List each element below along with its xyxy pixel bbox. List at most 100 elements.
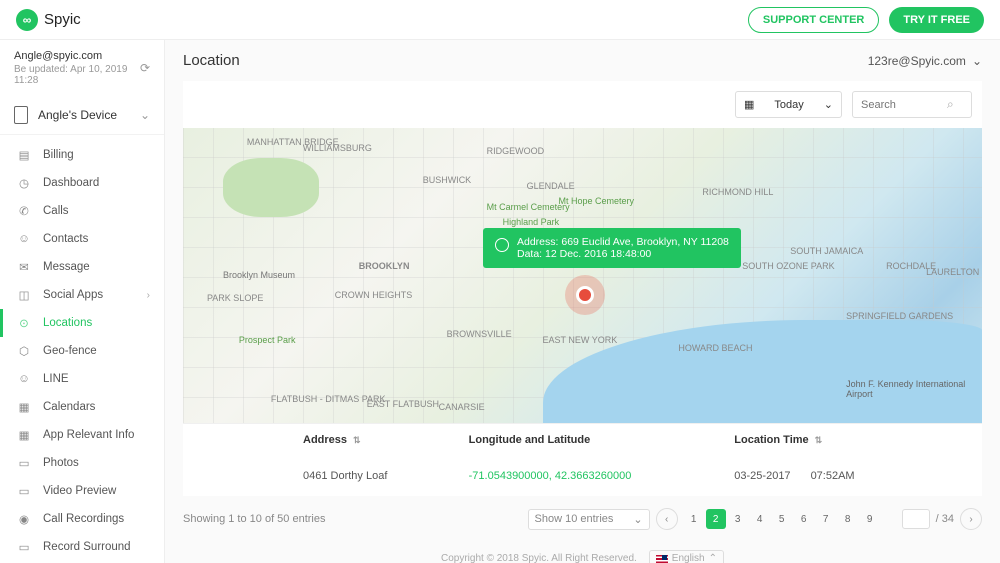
map-view[interactable]: Manhattan Bridge WILLIAMSBURG RIDGEWOOD … bbox=[183, 128, 982, 423]
chevron-up-icon: ⌃ bbox=[709, 553, 717, 563]
sidebar-item-line[interactable]: ☺LINE bbox=[0, 365, 164, 393]
map-label: RIDGEWOOD bbox=[487, 146, 545, 156]
social-apps-icon: ◫ bbox=[17, 288, 31, 302]
map-label: EAST NEW YORK bbox=[543, 335, 618, 345]
location-pin[interactable] bbox=[573, 283, 597, 307]
page-9-button[interactable]: 9 bbox=[860, 509, 880, 529]
sidebar-item-photos[interactable]: ▭Photos bbox=[0, 449, 164, 477]
page-6-button[interactable]: 6 bbox=[794, 509, 814, 529]
location-icon bbox=[495, 238, 509, 252]
call-recordings-icon: ◉ bbox=[17, 512, 31, 526]
message-icon: ✉ bbox=[17, 260, 31, 274]
map-label: Mt Carmel Cemetery bbox=[487, 202, 570, 212]
billing-icon: ▤ bbox=[17, 148, 31, 162]
record-surround-icon: ▭ bbox=[17, 540, 31, 554]
sidebar-item-contacts[interactable]: ☺Contacts bbox=[0, 225, 164, 253]
sidebar-item-video-preview[interactable]: ▭Video Preview bbox=[0, 477, 164, 505]
page-next-button[interactable]: › bbox=[960, 508, 982, 530]
map-label: Prospect Park bbox=[239, 335, 296, 345]
sort-icon[interactable]: ⇅ bbox=[353, 435, 361, 445]
brand-logo[interactable]: ∞ Spyic bbox=[16, 9, 81, 31]
page-4-button[interactable]: 4 bbox=[750, 509, 770, 529]
cell-address: 0461 Dorthy Loaf bbox=[203, 470, 469, 482]
date-filter-select[interactable]: ▦ Today ⌄ bbox=[735, 91, 842, 118]
page-8-button[interactable]: 8 bbox=[838, 509, 858, 529]
sidebar: Angle@spyic.com Be updated: Apr 10, 2019… bbox=[0, 40, 165, 563]
page-prev-button[interactable]: ‹ bbox=[656, 508, 678, 530]
map-label: CROWN HEIGHTS bbox=[335, 290, 413, 300]
map-label: Brooklyn Museum bbox=[223, 270, 295, 280]
col-longitude-latitude[interactable]: Longitude and Latitude bbox=[469, 434, 591, 446]
map-label: SOUTH JAMAICA bbox=[790, 246, 863, 256]
sidebar-item-message[interactable]: ✉Message bbox=[0, 253, 164, 281]
filter-toolbar: ▦ Today ⌄ ⌕ bbox=[183, 81, 982, 128]
page-jump-input[interactable] bbox=[902, 509, 930, 529]
page-5-button[interactable]: 5 bbox=[772, 509, 792, 529]
video-preview-icon: ▭ bbox=[17, 484, 31, 498]
col-location-time[interactable]: Location Time bbox=[734, 434, 808, 446]
location-callout: Address: 669 Euclid Ave, Brooklyn, NY 11… bbox=[483, 228, 741, 268]
search-icon: ⌕ bbox=[947, 97, 954, 112]
table-row[interactable]: 0461 Dorthy Loaf -71.0543900000, 42.3663… bbox=[183, 456, 982, 496]
map-label: EAST FLATBUSH bbox=[367, 399, 439, 409]
geo-fence-icon: ⬡ bbox=[17, 344, 31, 358]
line-icon: ☺ bbox=[17, 372, 31, 386]
search-input[interactable] bbox=[861, 99, 941, 111]
map-label: Highland Park bbox=[503, 217, 560, 227]
map-label: BROOKLYN bbox=[359, 261, 410, 271]
main-content: Location 123re@Spyic.com ⌄ ▦ Today ⌄ ⌕ M… bbox=[165, 40, 1000, 563]
user-info: Angle@spyic.com Be updated: Apr 10, 2019… bbox=[0, 40, 164, 96]
calendar-icon: ▦ bbox=[744, 98, 754, 111]
account-dropdown[interactable]: 123re@Spyic.com ⌄ bbox=[868, 54, 982, 68]
page-2-button[interactable]: 2 bbox=[706, 509, 726, 529]
page-3-button[interactable]: 3 bbox=[728, 509, 748, 529]
map-label: LAURELTON bbox=[926, 267, 979, 277]
map-label: SPRINGFIELD GARDENS bbox=[846, 311, 953, 321]
try-it-free-button[interactable]: TRY IT FREE bbox=[889, 7, 984, 33]
nav-list: ▤Billing◷Dashboard✆Calls☺Contacts✉Messag… bbox=[0, 135, 164, 563]
map-label: SOUTH OZONE PARK bbox=[742, 261, 834, 271]
sort-icon[interactable]: ⇅ bbox=[815, 435, 823, 445]
map-label: Mt Hope Cemetery bbox=[559, 196, 635, 206]
refresh-icon[interactable]: ⟳ bbox=[140, 61, 150, 75]
entries-per-page-select[interactable]: Show 10 entries⌄ bbox=[528, 509, 650, 530]
support-center-button[interactable]: SUPPORT CENTER bbox=[748, 7, 879, 33]
col-address[interactable]: Address bbox=[303, 434, 347, 446]
sidebar-item-billing[interactable]: ▤Billing bbox=[0, 141, 164, 169]
calendars-icon: ▦ bbox=[17, 400, 31, 414]
map-label: CANARSIE bbox=[439, 402, 485, 412]
sidebar-item-geo-fence[interactable]: ⬡Geo-fence bbox=[0, 337, 164, 365]
chevron-down-icon: ⌄ bbox=[824, 98, 833, 111]
device-selector[interactable]: Angle's Device ⌄ bbox=[0, 96, 164, 135]
search-box[interactable]: ⌕ bbox=[852, 91, 972, 118]
sidebar-item-calendars[interactable]: ▦Calendars bbox=[0, 393, 164, 421]
sidebar-item-app-relevant-info[interactable]: ▦App Relevant Info bbox=[0, 421, 164, 449]
brand-name: Spyic bbox=[44, 11, 81, 28]
page-7-button[interactable]: 7 bbox=[816, 509, 836, 529]
last-updated: Be updated: Apr 10, 2019 11:28 bbox=[14, 64, 140, 86]
language-selector[interactable]: English ⌃ bbox=[649, 550, 724, 563]
map-label: WILLIAMSBURG bbox=[303, 143, 372, 153]
sidebar-item-dashboard[interactable]: ◷Dashboard bbox=[0, 169, 164, 197]
sidebar-item-call-recordings[interactable]: ◉Call Recordings bbox=[0, 505, 164, 533]
sidebar-item-calls[interactable]: ✆Calls bbox=[0, 197, 164, 225]
cell-time: 03-25-201707:52AM bbox=[734, 470, 962, 482]
sidebar-item-record-surround[interactable]: ▭Record Surround bbox=[0, 533, 164, 561]
map-label: GLENDALE bbox=[527, 181, 575, 191]
chevron-down-icon: ⌄ bbox=[972, 54, 982, 68]
logo-icon: ∞ bbox=[16, 9, 38, 31]
map-label: HOWARD BEACH bbox=[678, 343, 752, 353]
map-label: BROWNSVILLE bbox=[447, 329, 512, 339]
table-header: Address ⇅ Longitude and Latitude Location… bbox=[183, 423, 982, 456]
sidebar-item-locations[interactable]: ⊙Locations bbox=[0, 309, 164, 337]
photos-icon: ▭ bbox=[17, 456, 31, 470]
page-1-button[interactable]: 1 bbox=[684, 509, 704, 529]
device-icon bbox=[14, 106, 28, 124]
table-footer: Showing 1 to 10 of 50 entries Show 10 en… bbox=[183, 496, 982, 542]
chevron-right-icon: › bbox=[147, 290, 150, 301]
top-header: ∞ Spyic SUPPORT CENTER TRY IT FREE bbox=[0, 0, 1000, 40]
chevron-down-icon: ⌄ bbox=[633, 513, 642, 526]
callout-address: Address: 669 Euclid Ave, Brooklyn, NY 11… bbox=[517, 236, 729, 248]
app-relevant-info-icon: ▦ bbox=[17, 428, 31, 442]
sidebar-item-social-apps[interactable]: ◫Social Apps› bbox=[0, 281, 164, 309]
